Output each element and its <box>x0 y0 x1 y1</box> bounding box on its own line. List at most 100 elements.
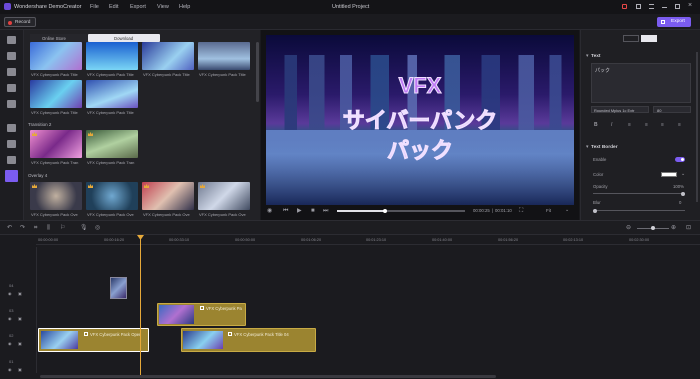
timeline-scrollbar[interactable] <box>40 375 496 378</box>
notification-icon[interactable] <box>622 4 627 9</box>
library-scrollbar[interactable] <box>256 42 259 102</box>
bold-icon[interactable]: B <box>594 122 598 128</box>
media-icon[interactable] <box>7 52 16 60</box>
enable-toggle[interactable] <box>675 157 685 162</box>
project-title: Untitled Project <box>332 4 370 10</box>
chevron-down-icon[interactable]: ▾ <box>586 144 589 150</box>
lock-icon[interactable]: ▣ <box>18 291 22 297</box>
lock-icon[interactable]: ▣ <box>18 367 22 373</box>
annotation-icon[interactable] <box>7 68 16 76</box>
camera-icon[interactable]: ◎ <box>95 225 100 231</box>
gift-icon[interactable] <box>636 4 641 9</box>
zoom-slider[interactable] <box>637 226 669 230</box>
align-right-icon[interactable]: ≡ <box>661 122 664 128</box>
opacity-slider-handle[interactable] <box>681 191 685 196</box>
italic-icon[interactable]: I <box>611 122 612 128</box>
props-scrollbar[interactable] <box>696 52 698 202</box>
justify-icon[interactable]: ≡ <box>678 122 681 128</box>
sticker-icon[interactable] <box>7 156 16 164</box>
playback-scrubber[interactable] <box>337 208 465 213</box>
marker-icon[interactable]: ⚐ <box>60 225 65 231</box>
crop-icon[interactable]: ⌗ <box>34 225 37 231</box>
title-thumb-6[interactable] <box>86 80 138 108</box>
opacity-slider[interactable] <box>593 191 685 196</box>
templates-icon[interactable] <box>5 170 18 182</box>
eye-icon[interactable]: ◉ <box>8 291 12 297</box>
audio-icon[interactable] <box>7 140 16 148</box>
overlay-thumb-2[interactable] <box>86 182 138 210</box>
caption-icon[interactable] <box>7 84 16 92</box>
tab-light[interactable] <box>641 35 657 42</box>
blur-slider[interactable] <box>593 208 685 213</box>
tab-download[interactable]: Download <box>88 34 160 42</box>
overlay-clip-thumb[interactable] <box>110 277 127 299</box>
snapshot-icon[interactable]: ◉ <box>267 208 272 214</box>
overlay-thumb-1[interactable] <box>30 182 82 210</box>
menu-help[interactable]: Help <box>179 4 190 10</box>
undo-icon[interactable]: ↶ <box>7 225 12 231</box>
clip-track-01-main[interactable]: VFX Cyberpunk Pack Oper <box>38 328 149 352</box>
zoom-fit-select[interactable]: Fit <box>546 208 551 213</box>
folder-icon[interactable] <box>7 36 16 44</box>
transition-thumb-1[interactable] <box>30 130 82 158</box>
blur-slider-handle[interactable] <box>593 208 597 213</box>
menu-icon[interactable] <box>649 4 654 9</box>
blur-label: Blur <box>593 200 601 205</box>
timeline: 00:00:00:00 00:00:16:20 00:00:33:10 00:0… <box>0 235 700 379</box>
stop-icon[interactable]: ■ <box>311 208 315 214</box>
fit-timeline-icon[interactable]: ⊡ <box>686 225 691 231</box>
export-button[interactable]: Export <box>657 17 691 27</box>
menu-view[interactable]: View <box>157 4 169 10</box>
zoom-in-icon[interactable]: ⊕ <box>671 225 676 231</box>
chevron-down-icon[interactable]: ▾ <box>586 53 589 59</box>
tab-online-store[interactable]: Online Store <box>30 34 88 42</box>
skip-back-icon[interactable]: ⏮ <box>283 208 288 214</box>
zoom-out-icon[interactable]: ⊖ <box>626 225 631 231</box>
menu-export[interactable]: Export <box>130 4 146 10</box>
align-center-icon[interactable]: ≡ <box>645 122 648 128</box>
eye-icon[interactable]: ◉ <box>8 341 12 347</box>
skip-forward-icon[interactable]: ⏭ <box>323 208 328 214</box>
split-icon[interactable]: ⫼ <box>47 225 50 231</box>
title-thumb-3[interactable] <box>142 42 194 70</box>
play-icon[interactable]: ▶ <box>297 208 302 214</box>
title-thumb-5[interactable] <box>30 80 82 108</box>
playhead[interactable] <box>140 235 141 375</box>
chevron-down-icon[interactable]: ⌄ <box>681 171 685 177</box>
mic-icon[interactable]: 🎙 <box>80 225 88 231</box>
font-select[interactable]: Rounded Mplus 1c Extr <box>591 106 649 113</box>
title-thumb-2[interactable] <box>86 42 138 70</box>
menu-file[interactable]: File <box>90 4 99 10</box>
overlay-thumb-4-label: VFX Cyberpunk Pack Ove <box>199 212 246 217</box>
redo-icon[interactable]: ↷ <box>20 225 25 231</box>
transition-icon[interactable] <box>7 100 16 108</box>
text-input[interactable]: パック <box>591 63 691 103</box>
close-icon[interactable]: × <box>688 2 692 9</box>
color-swatch[interactable] <box>661 172 677 177</box>
transition-thumb-2[interactable] <box>86 130 138 158</box>
eye-icon[interactable]: ◉ <box>8 367 12 373</box>
eye-icon[interactable]: ◉ <box>8 316 12 322</box>
maximize-icon[interactable] <box>675 4 680 9</box>
menu-edit[interactable]: Edit <box>109 4 118 10</box>
overlay-thumb-4[interactable] <box>198 182 250 210</box>
record-button[interactable]: Record <box>4 17 36 27</box>
lock-icon[interactable]: ▣ <box>18 316 22 322</box>
minimize-icon[interactable] <box>662 7 667 8</box>
zoom-slider-handle[interactable] <box>651 226 655 230</box>
title-thumb-4[interactable] <box>198 42 250 70</box>
overlay-thumb-3[interactable] <box>142 182 194 210</box>
size-select[interactable]: 80 <box>653 106 691 113</box>
lock-icon[interactable]: ▣ <box>18 341 22 347</box>
tab-dark[interactable] <box>623 35 639 42</box>
scrubber-handle[interactable] <box>383 208 387 213</box>
align-left-icon[interactable]: ≡ <box>628 122 631 128</box>
clip-track-01-title04[interactable]: VFX Cyberpunk Pack Title 04 <box>181 328 316 352</box>
fullscreen-icon[interactable]: ⛶ <box>519 208 523 214</box>
time-separator: | <box>492 208 494 213</box>
ruler-tick: 00:01:40:00 <box>432 238 453 242</box>
chevron-down-icon[interactable]: ⌄ <box>565 207 569 213</box>
effects-icon[interactable] <box>7 124 16 132</box>
title-thumb-1[interactable] <box>30 42 82 70</box>
clip-track-02-title[interactable]: VFX Cyberpunk Pa <box>157 303 246 326</box>
